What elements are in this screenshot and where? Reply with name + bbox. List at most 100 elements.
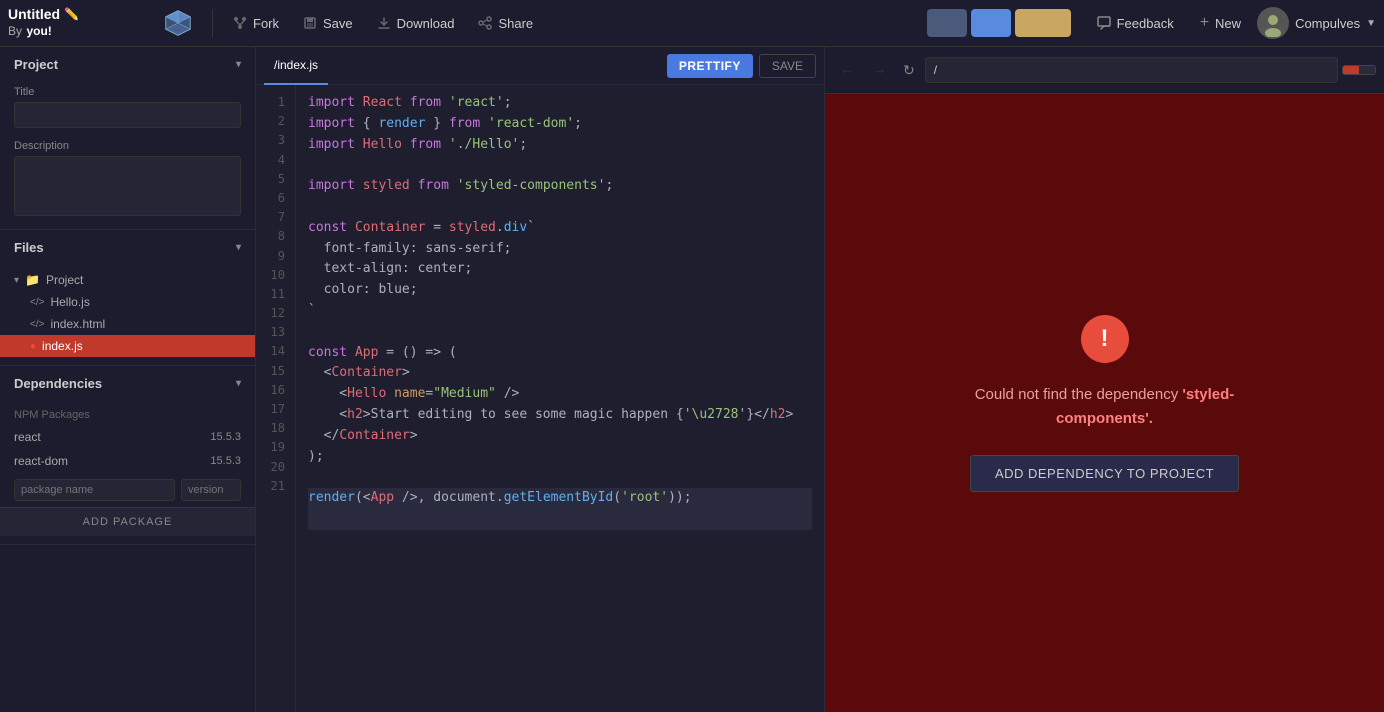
code-line-12 <box>308 322 812 343</box>
code-line-6 <box>308 197 812 218</box>
fork-button[interactable]: Fork <box>225 12 287 35</box>
files-section-label: Files <box>14 240 44 255</box>
tab-indexjs[interactable]: /index.js <box>264 47 328 85</box>
save-button[interactable]: Save <box>295 12 361 35</box>
new-button[interactable]: + New <box>1190 10 1251 36</box>
code-line-20: render(<App />, document.getElementById(… <box>308 488 812 509</box>
toggle-left[interactable] <box>1343 66 1359 74</box>
edit-title-icon[interactable]: ✏️ <box>64 7 79 21</box>
user-name[interactable]: Compulves <box>1295 16 1360 31</box>
preview-content: ! Could not find the dependency 'styled-… <box>825 94 1384 712</box>
toggle-right[interactable] <box>1359 66 1375 74</box>
by-user: you! <box>26 24 51 38</box>
topbar-right: Feedback + New Compulves ▼ <box>1087 7 1376 39</box>
dep-react-dom-version: 15.5.3 <box>210 455 241 467</box>
code-line-18: ); <box>308 447 812 468</box>
code-line-11: ` <box>308 301 812 322</box>
dep-add-row <box>0 473 255 507</box>
project-section: Project ▾ Title Description <box>0 47 255 230</box>
file-item-indexhtml[interactable]: </> index.html <box>0 313 255 335</box>
preview-area: ← → ↻ ! Could not find the dependency 's… <box>824 47 1384 712</box>
project-chevron-icon: ▾ <box>236 59 241 70</box>
file-name-indexhtml: index.html <box>50 317 105 331</box>
dep-react-dom[interactable]: react-dom 15.5.3 <box>0 449 255 473</box>
fork-label: Fork <box>253 16 279 31</box>
download-button[interactable]: Download <box>369 12 463 35</box>
prettify-button[interactable]: PRETTIFY <box>667 54 753 78</box>
code-line-19 <box>308 467 812 488</box>
files-section-header[interactable]: Files ▾ <box>0 230 255 265</box>
project-folder[interactable]: ▾ 📁 Project <box>0 269 255 291</box>
dependencies-section: Dependencies ▾ NPM Packages react 15.5.3… <box>0 366 255 545</box>
code-line-4 <box>308 155 812 176</box>
description-input[interactable] <box>14 156 241 216</box>
code-line-17: </Container> <box>308 426 812 447</box>
error-message: Could not find the dependency 'styled-co… <box>935 383 1275 431</box>
code-line-3: import Hello from './Hello'; <box>308 135 812 156</box>
color-swatches <box>927 9 1071 37</box>
share-button[interactable]: Share <box>470 12 541 35</box>
forward-button[interactable]: → <box>865 57 893 83</box>
new-label: New <box>1215 16 1241 31</box>
editor-save-button[interactable]: SAVE <box>759 54 816 78</box>
title-input[interactable] <box>14 102 241 128</box>
editor-tabs: /index.js PRETTIFY SAVE <box>256 47 824 85</box>
user-menu-chevron[interactable]: ▼ <box>1366 18 1376 29</box>
project-section-header[interactable]: Project ▾ <box>0 47 255 82</box>
code-line-5: import styled from 'styled-components'; <box>308 176 812 197</box>
color-swatch-1[interactable] <box>927 9 967 37</box>
add-dependency-button[interactable]: ADD DEPENDENCY TO PROJECT <box>970 455 1239 492</box>
code-content[interactable]: import React from 'react'; import { rend… <box>296 85 824 712</box>
file-name-indexjs: index.js <box>42 339 83 353</box>
dependencies-chevron-icon: ▾ <box>236 378 241 389</box>
code-line-16: <h2>Start editing to see some magic happ… <box>308 405 812 426</box>
folder-chevron-icon: ▾ <box>14 275 19 286</box>
url-bar[interactable] <box>925 57 1338 83</box>
preview-toolbar: ← → ↻ <box>825 47 1384 94</box>
package-name-input[interactable] <box>14 479 175 501</box>
code-line-10: color: blue; <box>308 280 812 301</box>
package-version-input[interactable] <box>181 479 241 501</box>
back-button[interactable]: ← <box>833 57 861 83</box>
line-numbers: 1 2 3 4 5 6 7 8 9 10 11 12 13 14 15 16 1… <box>256 85 296 712</box>
error-message-text: Could not find the dependency <box>975 386 1183 403</box>
file-item-indexjs[interactable]: ● index.js <box>0 335 255 357</box>
code-line-8: font-family: sans-serif; <box>308 239 812 260</box>
share-label: Share <box>498 16 533 31</box>
description-label: Description <box>14 140 241 152</box>
error-icon-text: ! <box>1101 325 1109 353</box>
dep-react[interactable]: react 15.5.3 <box>0 425 255 449</box>
main-layout: Project ▾ Title Description Files ▾ ▾ 📁 <box>0 47 1384 712</box>
by-label: By <box>8 24 22 38</box>
topbar: Untitled ✏️ By you! Fork Save Download S <box>0 0 1384 47</box>
save-label: Save <box>323 16 353 31</box>
editor-area: /index.js PRETTIFY SAVE 1 2 3 4 5 6 7 8 … <box>256 47 824 712</box>
code-line-2: import { render } from 'react-dom'; <box>308 114 812 135</box>
error-icon-indexjs: ● <box>30 341 36 352</box>
color-swatch-3[interactable] <box>1015 9 1071 37</box>
project-folder-label: Project <box>46 273 83 287</box>
color-swatch-2[interactable] <box>971 9 1011 37</box>
feedback-button[interactable]: Feedback <box>1087 12 1184 35</box>
js-file-icon-hello: </> <box>30 297 44 308</box>
dependencies-label: Dependencies <box>14 376 102 391</box>
sidebar: Project ▾ Title Description Files ▾ ▾ 📁 <box>0 47 256 712</box>
file-item-hello[interactable]: </> Hello.js <box>0 291 255 313</box>
code-line-21 <box>308 509 812 530</box>
deps-content: NPM Packages react 15.5.3 react-dom 15.5… <box>0 401 255 544</box>
error-icon: ! <box>1081 315 1129 363</box>
code-editor[interactable]: 1 2 3 4 5 6 7 8 9 10 11 12 13 14 15 16 1… <box>256 85 824 712</box>
refresh-button[interactable]: ↻ <box>897 58 921 83</box>
code-line-13: const App = () => ( <box>308 343 812 364</box>
code-line-9: text-align: center; <box>308 259 812 280</box>
title-field: Title <box>0 82 255 136</box>
separator-1 <box>212 9 213 37</box>
dependencies-section-header[interactable]: Dependencies ▾ <box>0 366 255 401</box>
title-label: Title <box>14 86 241 98</box>
app-title: Untitled <box>8 6 60 22</box>
code-line-14: <Container> <box>308 363 812 384</box>
add-package-button[interactable]: ADD PACKAGE <box>0 507 255 536</box>
code-line-1: import React from 'react'; <box>308 93 812 114</box>
cube-logo <box>160 5 196 41</box>
download-label: Download <box>397 16 455 31</box>
